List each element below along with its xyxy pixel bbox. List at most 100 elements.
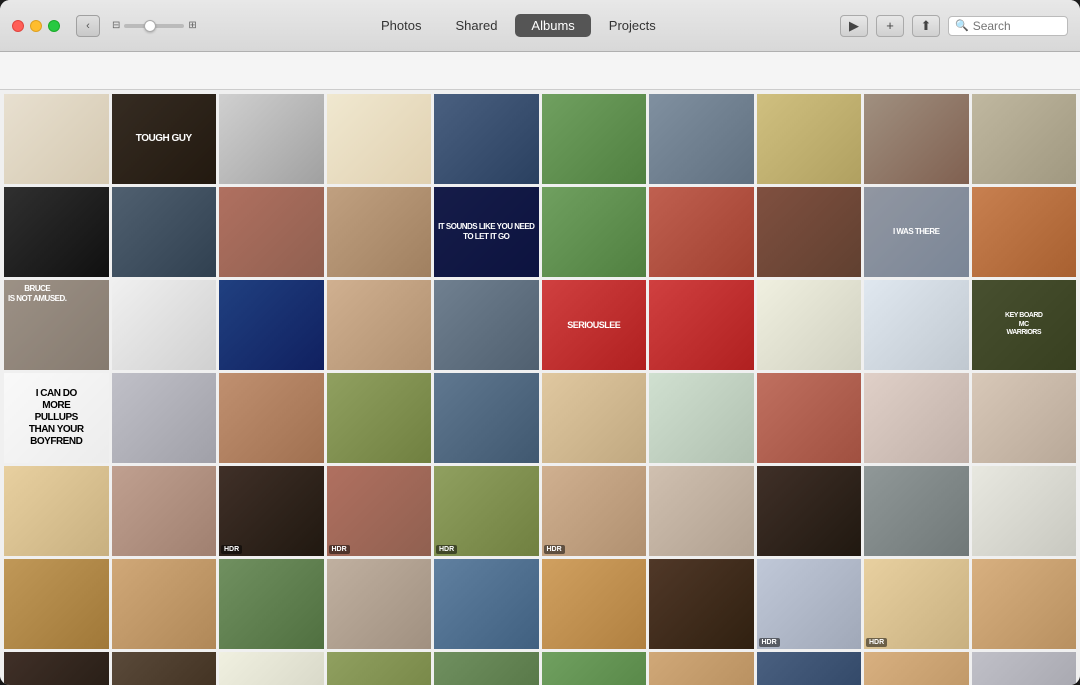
photo-cell[interactable] [757,94,862,184]
zoom-slider-thumb[interactable] [144,20,156,32]
play-button[interactable]: ▶ [840,15,868,37]
photo-cell[interactable] [219,652,324,685]
photo-cell[interactable] [864,94,969,184]
photo-cell[interactable] [327,652,432,685]
photo-cell[interactable] [219,280,324,370]
photo-cell[interactable] [112,280,217,370]
photo-cell[interactable] [434,94,539,184]
photo-cell[interactable] [112,652,217,685]
share-button[interactable]: ⬆ [912,15,940,37]
photo-cell[interactable] [649,280,754,370]
photo-cell[interactable] [4,94,109,184]
main-window: ‹ ⊟ ⊞ Photos Shared Albums Projects ▶ + … [0,0,1080,685]
photo-text-label: SERIOUSLEE [542,280,647,370]
tab-albums[interactable]: Albums [515,14,590,37]
photo-cell[interactable] [112,559,217,649]
photo-cell[interactable] [327,280,432,370]
hdr-badge: HDR [329,545,350,554]
photo-cell[interactable] [112,187,217,277]
photo-cell[interactable]: HDR [219,466,324,556]
photo-cell[interactable] [542,373,647,463]
photo-cell[interactable] [757,466,862,556]
photo-cell[interactable] [757,187,862,277]
photo-cell[interactable] [972,94,1077,184]
back-button[interactable]: ‹ [76,15,100,37]
photo-cell[interactable] [4,559,109,649]
tab-shared[interactable]: Shared [440,14,514,37]
photo-cell[interactable]: HDR [757,559,862,649]
photo-cell[interactable]: KEY BOARD MC WARRIORS [972,280,1077,370]
photo-text-label: I WAS THERE [864,187,969,277]
photo-cell[interactable] [542,559,647,649]
photo-row-4: I CAN DO MORE PULLUPS THAN YOUR BOYFREND [4,373,1076,463]
photo-cell[interactable] [972,652,1077,685]
photo-cell[interactable] [864,652,969,685]
photo-cell[interactable] [434,559,539,649]
photo-cell[interactable] [327,94,432,184]
photo-cell[interactable] [649,187,754,277]
photo-cell[interactable] [542,652,647,685]
photo-cell[interactable] [327,187,432,277]
tab-photos[interactable]: Photos [365,14,437,37]
photo-cell[interactable] [649,373,754,463]
photo-cell[interactable]: Bruce is not amused. [4,280,109,370]
photo-cell[interactable]: HDR [327,466,432,556]
zoom-slider-track[interactable] [124,24,184,28]
zoom-in-icon: ⊞ [188,20,196,31]
photo-cell[interactable] [864,373,969,463]
photo-text-label: I CAN DO MORE PULLUPS THAN YOUR BOYFREND [4,373,109,463]
photo-cell[interactable] [4,652,109,685]
photo-cell[interactable] [219,94,324,184]
photo-cell[interactable]: HDR [434,466,539,556]
search-box[interactable]: 🔍 [948,16,1068,36]
photo-cell[interactable] [219,559,324,649]
photo-cell[interactable] [434,373,539,463]
zoom-slider-area[interactable]: ⊟ ⊞ [112,20,197,31]
photo-grid-container[interactable]: TOUGH GUY IT SOUNDS LIKE YOU NEED TO LET … [0,90,1080,685]
photo-cell[interactable] [757,280,862,370]
photo-cell[interactable] [112,373,217,463]
photo-cell[interactable] [4,187,109,277]
photo-cell[interactable] [434,280,539,370]
maximize-button[interactable] [48,20,60,32]
photo-cell[interactable]: SERIOUSLEE [542,280,647,370]
zoom-out-icon: ⊟ [112,20,120,31]
photo-cell[interactable]: I CAN DO MORE PULLUPS THAN YOUR BOYFREND [4,373,109,463]
photo-cell[interactable] [864,466,969,556]
photo-cell[interactable] [649,559,754,649]
photo-text-label: IT SOUNDS LIKE YOU NEED TO LET IT GO [434,187,539,277]
tab-projects[interactable]: Projects [593,14,672,37]
photo-cell[interactable]: HDR [649,652,754,685]
photo-cell[interactable] [542,187,647,277]
toolbar [0,52,1080,90]
photo-cell[interactable] [219,187,324,277]
photo-cell[interactable] [4,466,109,556]
photo-cell[interactable] [327,559,432,649]
photo-cell[interactable]: HDR [864,559,969,649]
photo-cell[interactable] [112,466,217,556]
search-input[interactable] [973,19,1058,33]
photo-cell[interactable] [757,373,862,463]
photo-cell[interactable] [972,466,1077,556]
close-button[interactable] [12,20,24,32]
photo-cell[interactable] [327,373,432,463]
photo-cell[interactable] [649,466,754,556]
minimize-button[interactable] [30,20,42,32]
photo-cell[interactable]: IT SOUNDS LIKE YOU NEED TO LET IT GO [434,187,539,277]
photo-cell[interactable] [972,559,1077,649]
photo-cell[interactable] [219,373,324,463]
photo-row-1: TOUGH GUY [4,94,1076,184]
photo-cell[interactable]: HDR [757,652,862,685]
photo-cell[interactable]: I WAS THERE [864,187,969,277]
photo-cell[interactable] [649,94,754,184]
photo-cell[interactable] [972,187,1077,277]
photo-cell[interactable]: HDR [542,466,647,556]
photo-cell[interactable] [864,280,969,370]
hdr-badge: HDR [759,638,780,647]
photo-cell[interactable] [542,94,647,184]
play-icon: ▶ [849,18,859,34]
photo-cell[interactable] [434,652,539,685]
add-button[interactable]: + [876,15,904,37]
photo-cell[interactable] [972,373,1077,463]
photo-cell[interactable]: TOUGH GUY [112,94,217,184]
